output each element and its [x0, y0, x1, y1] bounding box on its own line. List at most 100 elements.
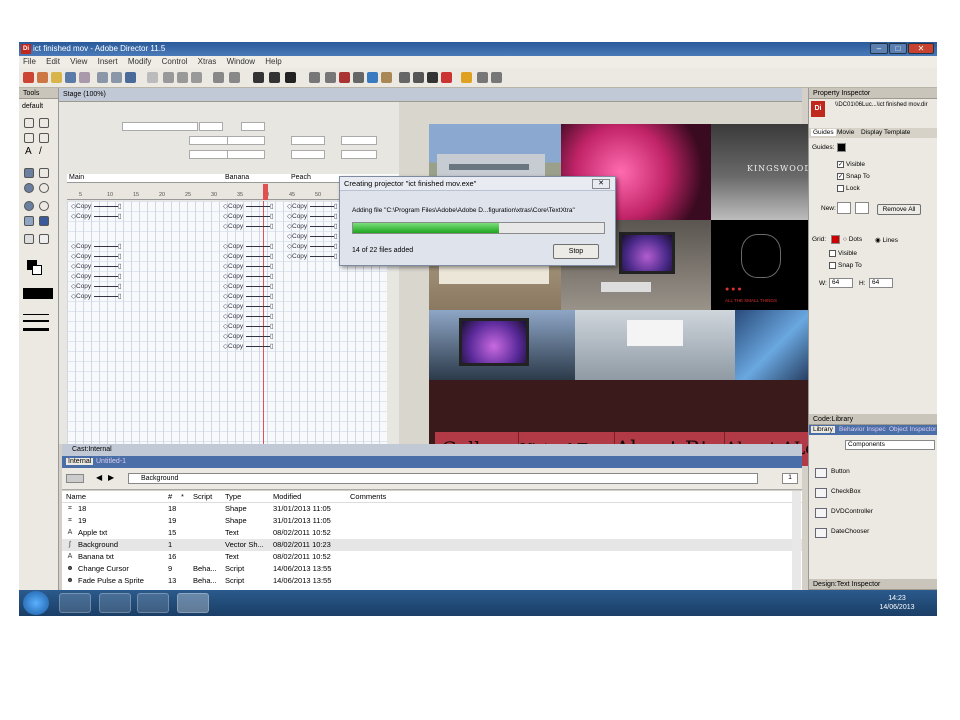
new-vertical-guide[interactable] — [855, 202, 869, 214]
stop-playback-icon[interactable] — [269, 72, 280, 83]
col-star[interactable]: * — [181, 491, 184, 503]
exchange-cast-icon[interactable] — [229, 72, 240, 83]
score-sprite[interactable]: ◇Copy ▯ — [223, 263, 274, 271]
menu-window[interactable]: Window — [223, 56, 259, 68]
ink-select[interactable] — [199, 122, 223, 131]
paste-icon[interactable] — [191, 72, 202, 83]
col-name[interactable]: Name — [66, 491, 86, 503]
score-sprite[interactable]: ◇Copy ▯ — [223, 213, 274, 221]
library-category-select[interactable]: Components — [845, 440, 935, 450]
h-field[interactable] — [227, 150, 265, 159]
library-item-button[interactable]: Button — [815, 468, 850, 478]
grid-lines-radio[interactable]: ◉ Lines — [875, 236, 898, 244]
script-window-icon[interactable] — [367, 72, 378, 83]
col-comments[interactable]: Comments — [350, 491, 386, 503]
sprite-name-field[interactable] — [122, 122, 198, 131]
grid-color-swatch[interactable] — [831, 235, 840, 244]
grid-height-field[interactable]: 64 — [869, 278, 893, 288]
pattern-swatch[interactable] — [23, 288, 53, 299]
rounded-rect-icon[interactable] — [39, 183, 49, 193]
score-window-icon[interactable] — [339, 72, 350, 83]
director-taskbar-icon[interactable] — [177, 593, 209, 613]
new-movie-icon[interactable] — [23, 72, 34, 83]
score-sprite[interactable]: ◇Copy ▯ — [223, 203, 274, 211]
previous-member-icon[interactable]: ◀ — [96, 473, 102, 482]
shockwave-3d-icon[interactable] — [477, 72, 488, 83]
paint-window-icon[interactable] — [353, 72, 364, 83]
pi-tab-guides[interactable]: Guides — [811, 129, 836, 136]
pencil-icon[interactable] — [399, 72, 410, 83]
behavior-inspector-tab[interactable]: Behavior Inspec — [839, 426, 886, 433]
menu-file[interactable]: File — [19, 56, 40, 68]
rotate-tool-icon[interactable] — [39, 118, 49, 128]
x-field[interactable] — [189, 136, 229, 145]
guides-lock-checkbox[interactable]: Lock — [837, 185, 860, 192]
menu-modify[interactable]: Modify — [124, 56, 156, 68]
close-button[interactable]: ✕ — [908, 43, 934, 54]
library-icon[interactable] — [381, 72, 392, 83]
score-sprite[interactable]: ◇Copy ▯ — [223, 243, 274, 251]
field-tool-icon[interactable] — [24, 234, 34, 244]
stop-button[interactable]: Stop — [553, 244, 599, 259]
cast-tab-untitled[interactable]: Untitled-1 — [96, 458, 126, 465]
menu-view[interactable]: View — [66, 56, 91, 68]
explorer-taskbar-icon[interactable] — [137, 593, 169, 613]
score-sprite[interactable]: ◇Copy ▯ — [71, 293, 122, 301]
grid-width-field[interactable]: 64 — [829, 278, 853, 288]
grid-snap-checkbox[interactable]: Snap To — [829, 262, 862, 269]
import-icon[interactable] — [79, 72, 90, 83]
l-field[interactable] — [341, 136, 377, 145]
cast-row[interactable]: A Apple txt 15 Text 08/02/2011 10:52 — [62, 527, 802, 539]
menu-insert[interactable]: Insert — [94, 56, 122, 68]
cast-view-toggle-icon[interactable] — [66, 474, 84, 483]
color-palette-icon[interactable] — [441, 72, 452, 83]
score-sprite[interactable]: ◇Copy ▯ — [287, 253, 338, 261]
library-item-checkbox[interactable]: CheckBox — [815, 488, 861, 498]
grid-visible-checkbox[interactable]: Visible — [829, 250, 857, 257]
filled-rect-tool-icon[interactable] — [24, 168, 34, 178]
pi-tab-movie[interactable]: Movie — [837, 129, 854, 136]
arrow-tool-icon[interactable] — [24, 118, 34, 128]
menu-help[interactable]: Help — [261, 56, 285, 68]
menu-control[interactable]: Control — [158, 56, 192, 68]
behavior-icon[interactable] — [461, 72, 472, 83]
save-icon[interactable] — [65, 72, 76, 83]
playhead[interactable] — [263, 184, 268, 200]
chrome-taskbar-icon[interactable] — [99, 593, 131, 613]
hand-tool-icon[interactable] — [24, 133, 34, 143]
undo-icon[interactable] — [147, 72, 158, 83]
publish-settings-icon[interactable] — [111, 72, 122, 83]
vector-icon[interactable] — [413, 72, 424, 83]
radio-tool-icon[interactable] — [39, 216, 49, 226]
background-color-swatch[interactable] — [32, 265, 42, 275]
skew-field[interactable] — [291, 150, 325, 159]
guides-snap-checkbox[interactable]: ✓ Snap To — [837, 173, 870, 180]
line-width-1[interactable] — [23, 314, 49, 315]
media-player-taskbar-icon[interactable] — [59, 593, 91, 613]
grid-dots-radio[interactable]: ○ Dots — [843, 236, 862, 243]
text-icon[interactable] — [427, 72, 438, 83]
cut-icon[interactable] — [163, 72, 174, 83]
score-sprite[interactable]: ◇Copy ▯ — [287, 213, 338, 221]
magnify-tool-icon[interactable] — [39, 133, 49, 143]
line-tool-icon[interactable]: / — [39, 146, 42, 157]
channel-main[interactable]: Main — [69, 174, 84, 181]
score-sprite[interactable]: ◇Copy ▯ — [287, 233, 338, 241]
remove-all-button[interactable]: Remove All — [877, 204, 921, 215]
library-tab[interactable]: Library — [811, 426, 835, 433]
new-horizontal-guide[interactable] — [837, 202, 851, 214]
guide-color-swatch[interactable] — [837, 143, 846, 152]
cast-row[interactable]: ☻ Change Cursor 9 Beha... Script 14/06/2013 1… — [62, 563, 802, 575]
score-sprite[interactable]: ◇Copy ▯ — [223, 293, 274, 301]
filled-rounded-rect-icon[interactable] — [24, 183, 34, 193]
score-sprite[interactable]: ◇Copy ▯ — [223, 273, 274, 281]
play-icon[interactable] — [285, 72, 296, 83]
text-tool-icon[interactable]: A — [25, 146, 32, 157]
object-inspector-tab[interactable]: Object Inspector — [889, 426, 936, 433]
library-item-dvdcontroller[interactable]: DVDController — [815, 508, 873, 518]
score-sprite[interactable]: ◇Copy ▯ — [223, 223, 274, 231]
score-sprite[interactable]: ◇Copy ▯ — [71, 253, 122, 261]
score-sprite[interactable]: ◇Copy ▯ — [223, 283, 274, 291]
rect-tool-icon[interactable] — [39, 168, 49, 178]
stage-window-icon[interactable] — [309, 72, 320, 83]
